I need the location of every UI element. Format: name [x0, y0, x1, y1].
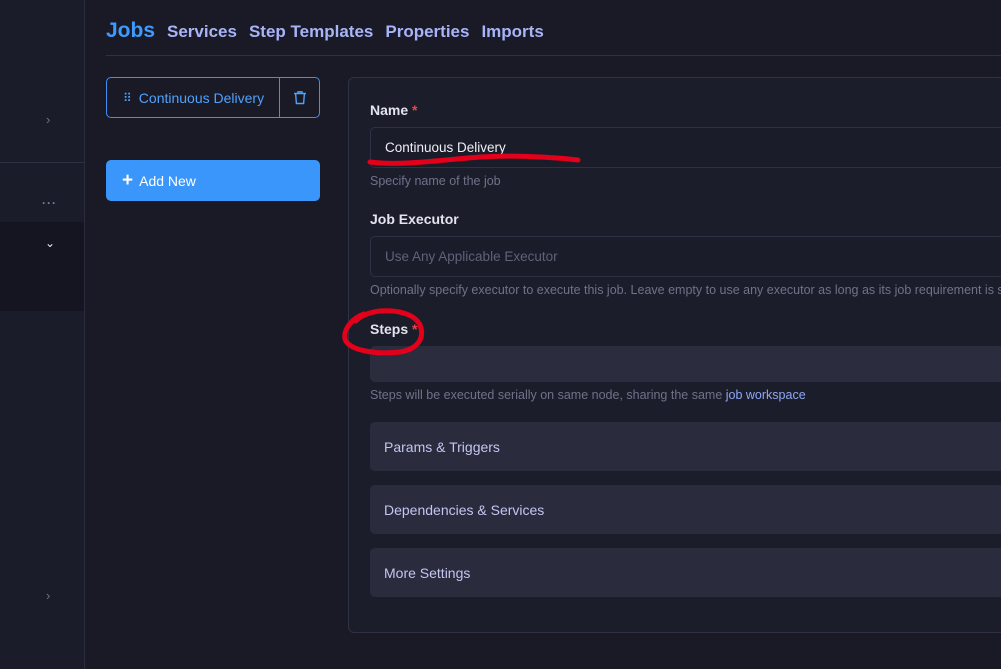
drag-handle-icon[interactable]: ⠿ — [123, 91, 132, 105]
tab-jobs[interactable]: Jobs — [106, 19, 155, 43]
job-executor-input[interactable]: Use Any Applicable Executor — [370, 236, 1001, 277]
steps-label: Steps * — [370, 321, 417, 337]
job-item-select[interactable]: ⠿ Continuous Delivery — [107, 78, 279, 117]
tab-imports[interactable]: Imports — [481, 22, 543, 42]
sidebar-divider — [0, 162, 84, 163]
steps-label-text: Steps — [370, 321, 409, 337]
more-settings-section[interactable]: More Settings — [370, 548, 1001, 597]
add-new-job-button[interactable]: + Add New — [106, 160, 320, 201]
required-marker: * — [412, 321, 418, 337]
steps-help-label: Steps will be executed serially on same … — [370, 388, 726, 402]
sidebar: › ··· ⌄ › — [0, 0, 85, 669]
dependencies-services-section[interactable]: Dependencies & Services — [370, 485, 1001, 534]
chevron-right-icon[interactable]: › — [46, 588, 50, 603]
plus-icon: + — [122, 170, 134, 191]
add-new-label: Add New — [139, 172, 196, 189]
steps-editor[interactable] — [370, 346, 1001, 382]
tab-properties[interactable]: Properties — [385, 22, 469, 42]
delete-job-button[interactable] — [279, 78, 319, 117]
params-triggers-section[interactable]: Params & Triggers — [370, 422, 1001, 471]
nav-divider — [106, 55, 1001, 56]
more-dots-icon[interactable]: ··· — [42, 196, 57, 210]
chevron-right-icon[interactable]: › — [46, 112, 50, 127]
job-workspace-link[interactable]: job workspace — [726, 388, 806, 402]
sidebar-active-item[interactable] — [0, 222, 84, 311]
job-executor-label: Job Executor — [370, 211, 459, 227]
job-item-label: Continuous Delivery — [138, 89, 265, 106]
top-nav: Jobs Services Step Templates Properties … — [106, 19, 544, 49]
executor-help-text: Optionally specify executor to execute t… — [370, 283, 1001, 297]
tab-step-templates[interactable]: Step Templates — [249, 22, 373, 42]
name-label-text: Name — [370, 102, 409, 118]
tab-services[interactable]: Services — [167, 22, 237, 42]
name-label: Name * — [370, 102, 417, 118]
name-help-text: Specify name of the job — [370, 174, 501, 188]
steps-help-text: Steps will be executed serially on same … — [370, 388, 806, 402]
trash-icon — [293, 91, 306, 105]
job-name-input[interactable]: Continuous Delivery — [370, 127, 1001, 168]
job-list-item[interactable]: ⠿ Continuous Delivery — [106, 77, 320, 118]
chevron-down-icon[interactable]: ⌄ — [45, 236, 55, 250]
required-marker: * — [412, 102, 418, 118]
